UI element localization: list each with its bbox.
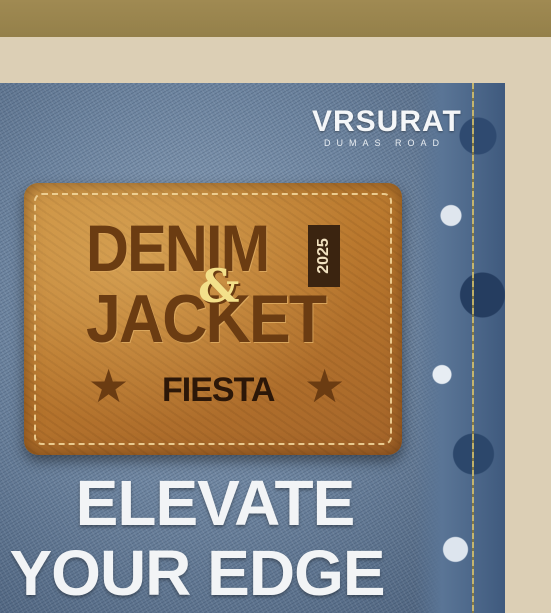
logo-sub-text: DUMAS ROAD [324,138,446,148]
denim-seam-stitch [472,83,474,613]
title-fiesta: FIESTA [162,371,275,409]
vr-surat-logo: VRSURAT DUMAS ROAD [312,107,492,149]
top-banner-bar [0,0,551,37]
star-icon: ★ [304,359,346,413]
year-tag: 2025 [308,225,340,287]
leather-patch: DENIM 2025 JACKET & ★ FIESTA ★ [24,183,402,455]
star-icon: ★ [88,359,130,413]
tagline-line2: YOUR EDGE [9,537,385,609]
year-text: 2025 [315,238,332,274]
title-denim: DENIM [86,211,270,285]
title-ampersand: & [198,259,240,313]
logo-main-text: VRSURAT [312,105,462,138]
event-poster: VRSURAT DUMAS ROAD DENIM 2025 JACKET & ★… [0,83,505,613]
tagline-line1: ELEVATE [75,467,356,539]
